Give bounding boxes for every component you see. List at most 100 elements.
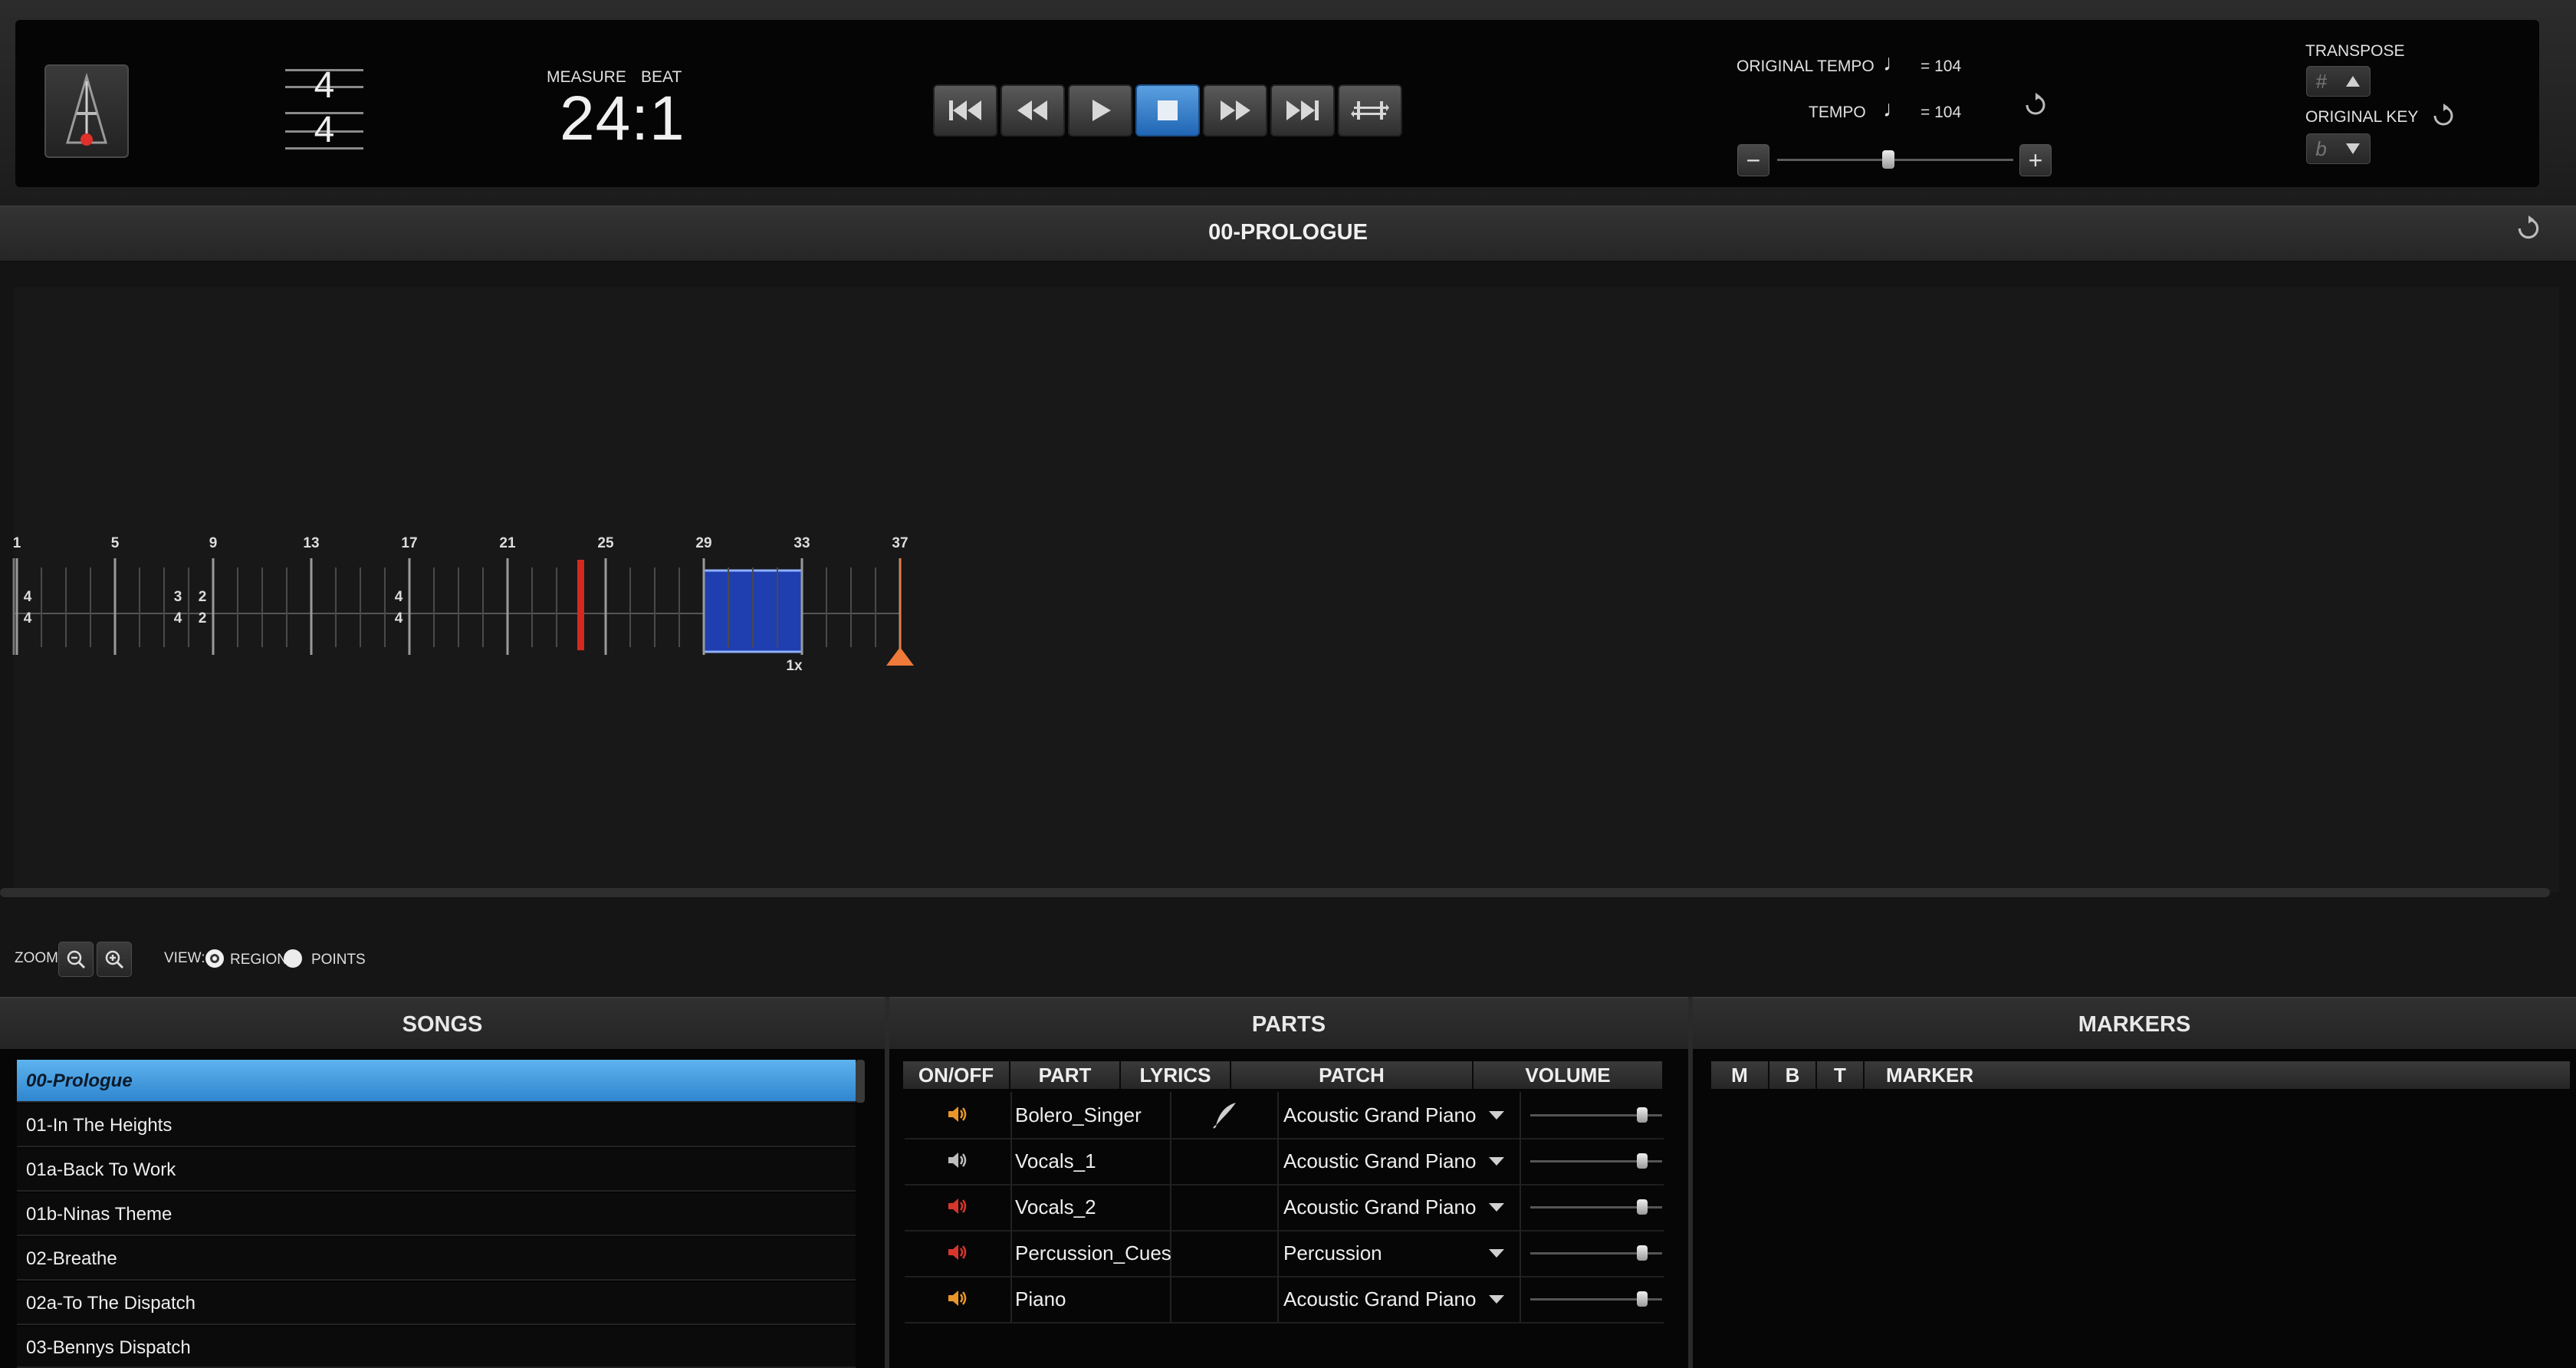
time-signature-numerator: 4 xyxy=(314,65,335,106)
stop-button[interactable] xyxy=(1135,84,1200,136)
tempo-increase-button[interactable]: + xyxy=(2019,144,2052,176)
zoom-out-button[interactable] xyxy=(58,942,94,977)
patch-select[interactable]: Acoustic Grand Piano xyxy=(1283,1276,1476,1322)
patch-select[interactable]: Acoustic Grand Piano xyxy=(1283,1138,1476,1184)
points-radio[interactable] xyxy=(284,949,302,968)
chevron-down-icon xyxy=(1489,1203,1504,1212)
tempo-decrease-button[interactable]: − xyxy=(1737,144,1769,176)
rewind-to-start-button[interactable] xyxy=(933,84,997,136)
transpose-down-button[interactable]: b xyxy=(2306,133,2371,164)
patch-dropdown-button[interactable] xyxy=(1489,1249,1504,1258)
view-toolbar xyxy=(0,899,2576,997)
volume-slider-thumb[interactable] xyxy=(1637,1107,1648,1123)
part-mute-toggle[interactable] xyxy=(946,1288,969,1308)
reset-transpose-button[interactable] xyxy=(2430,103,2456,133)
quarter-note-icon: ♩ xyxy=(1883,97,1906,122)
transpose-up-button[interactable]: # xyxy=(2306,66,2371,97)
patch-select[interactable]: Acoustic Grand Piano xyxy=(1283,1184,1476,1230)
song-list-item[interactable]: 01-In The Heights xyxy=(17,1104,856,1147)
patch-dropdown-button[interactable] xyxy=(1489,1111,1504,1120)
song-list-item[interactable]: 03-Bennys Dispatch xyxy=(17,1327,856,1368)
song-title: 00-PROLOGUE xyxy=(1208,220,1368,245)
measure-number: 25 xyxy=(597,535,614,551)
song-list-item[interactable]: 02-Breathe xyxy=(17,1238,856,1281)
loop-button[interactable] xyxy=(1338,84,1402,136)
tempo-slider-thumb[interactable] xyxy=(1881,150,1894,169)
markers-header: MARKERS xyxy=(1693,997,2576,1051)
view-label: VIEW: xyxy=(164,950,205,966)
column-on-off[interactable]: ON/OFF xyxy=(903,1061,1010,1089)
patch-dropdown-button[interactable] xyxy=(1489,1203,1504,1212)
stop-icon xyxy=(1158,100,1178,120)
zoom-out-icon xyxy=(67,950,86,969)
song-list-item[interactable]: 01b-Ninas Theme xyxy=(17,1193,856,1236)
time-signature-numerator: 2 xyxy=(199,589,207,605)
part-name: Percussion_Cues xyxy=(1015,1241,1171,1264)
part-mute-toggle[interactable] xyxy=(946,1150,969,1170)
volume-slider-thumb[interactable] xyxy=(1637,1199,1648,1215)
column-t[interactable]: T xyxy=(1817,1061,1865,1089)
sharp-icon: # xyxy=(2315,69,2327,93)
timeline-scrollbar[interactable] xyxy=(0,888,2550,897)
songs-scrollbar[interactable] xyxy=(856,1060,865,1103)
fast-forward-button[interactable] xyxy=(1203,84,1267,136)
patch-select[interactable]: Percussion xyxy=(1283,1230,1382,1276)
triangle-down-icon xyxy=(2345,143,2360,154)
column-b[interactable]: B xyxy=(1769,1061,1817,1089)
column-separator xyxy=(1277,1184,1279,1230)
tempo-slider-track[interactable] xyxy=(1777,159,2013,161)
part-mute-toggle[interactable] xyxy=(946,1104,969,1124)
metronome-button[interactable] xyxy=(44,64,129,158)
part-name: Vocals_1 xyxy=(1015,1149,1096,1172)
measure-number: 37 xyxy=(892,535,908,551)
column-marker[interactable]: MARKER xyxy=(1865,1061,2570,1089)
rewind-button[interactable] xyxy=(1001,84,1065,136)
time-signature-denominator: 4 xyxy=(314,110,335,150)
tempo-value: = 104 xyxy=(1921,104,1962,121)
column-separator xyxy=(1520,1276,1521,1322)
column-patch[interactable]: PATCH xyxy=(1231,1061,1474,1089)
part-row: Piano Acoustic Grand Piano xyxy=(905,1276,1664,1324)
part-row: Percussion_Cues Percussion xyxy=(905,1230,1664,1278)
measure-number: 9 xyxy=(209,535,218,551)
column-part[interactable]: PART xyxy=(1010,1061,1121,1089)
patch-dropdown-button[interactable] xyxy=(1489,1157,1504,1166)
part-row: Bolero_Singer Acoustic Grand Piano xyxy=(905,1092,1664,1139)
song-list-item[interactable]: 02a-To The Dispatch xyxy=(17,1282,856,1325)
zoom-in-button[interactable] xyxy=(97,942,132,977)
song-list-item[interactable]: 01a-Back To Work xyxy=(17,1149,856,1192)
end-marker-icon[interactable] xyxy=(886,647,914,666)
part-mute-toggle[interactable] xyxy=(946,1196,969,1216)
column-lyrics[interactable]: LYRICS xyxy=(1121,1061,1231,1089)
reset-icon xyxy=(2026,93,2045,115)
time-signature-denominator: 4 xyxy=(174,610,182,626)
part-mute-toggle[interactable] xyxy=(946,1242,969,1262)
volume-slider-thumb[interactable] xyxy=(1637,1153,1648,1169)
reset-icon xyxy=(2518,215,2539,239)
playhead[interactable] xyxy=(577,560,584,650)
column-m[interactable]: M xyxy=(1711,1061,1769,1089)
reset-song-button[interactable] xyxy=(2515,215,2542,246)
column-volume[interactable]: VOLUME xyxy=(1474,1061,1662,1089)
column-separator xyxy=(1277,1138,1279,1184)
chevron-down-icon xyxy=(1489,1295,1504,1304)
songs-header: SONGS xyxy=(0,997,885,1051)
patch-select[interactable]: Acoustic Grand Piano xyxy=(1283,1092,1476,1138)
timeline-ruler[interactable]: 1 5 9 13 17 21 25 29 33 37 4 4 3 4 2 2 4 4 1x xyxy=(0,521,951,675)
lyrics-toggle[interactable] xyxy=(1211,1101,1239,1129)
column-separator xyxy=(1520,1230,1521,1276)
song-list-item[interactable]: 00-Prologue xyxy=(17,1060,856,1103)
volume-slider-thumb[interactable] xyxy=(1637,1245,1648,1261)
zoom-label: ZOOM xyxy=(15,950,58,966)
play-button[interactable] xyxy=(1068,84,1132,136)
column-separator xyxy=(1010,1276,1012,1322)
patch-dropdown-button[interactable] xyxy=(1489,1295,1504,1304)
reset-tempo-button[interactable] xyxy=(2022,92,2049,122)
volume-slider-thumb[interactable] xyxy=(1637,1291,1648,1307)
flat-icon: b xyxy=(2315,136,2327,160)
chevron-down-icon xyxy=(1489,1111,1504,1120)
region-radio[interactable] xyxy=(205,949,224,968)
column-separator xyxy=(1170,1138,1171,1184)
column-separator xyxy=(1170,1092,1171,1138)
skip-to-end-button[interactable] xyxy=(1270,84,1335,136)
